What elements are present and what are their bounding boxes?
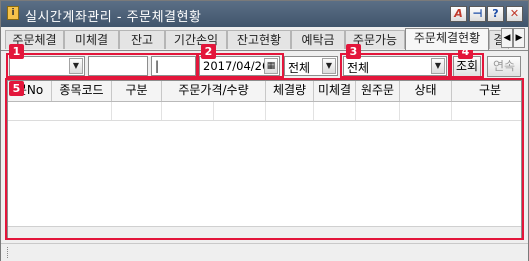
- tab-strip: 주문체결 미체결 잔고 기간손익 잔고현황 예탁금 주문가능 주문체결현황 결 …: [1, 28, 528, 50]
- tab-deposit[interactable]: 예탁금: [291, 30, 345, 49]
- tab-balance-status[interactable]: 잔고현황: [227, 30, 291, 49]
- title-bar[interactable]: i 실시간계좌관리 - 주문체결현황 A ⊣ ? ✕: [1, 1, 528, 27]
- chevron-down-icon[interactable]: ▼: [322, 58, 336, 74]
- tab-period-pnl[interactable]: 기간손익: [165, 30, 227, 49]
- tab-unfilled[interactable]: 미체결: [64, 30, 119, 49]
- tab-divider: [1, 50, 528, 51]
- annotation-badge-1: 1: [9, 44, 24, 59]
- annotation-badge-3: 3: [346, 44, 361, 59]
- close-button[interactable]: ✕: [506, 6, 523, 22]
- tab-balance[interactable]: 잔고: [119, 30, 165, 49]
- annotation-badge-2: 2: [201, 44, 216, 59]
- status-bar: [1, 243, 528, 261]
- annotation-box-5: [5, 78, 524, 240]
- next-button[interactable]: 연속: [487, 56, 521, 77]
- annotation-badge-5: 5: [9, 81, 24, 96]
- help-button[interactable]: ?: [487, 6, 504, 22]
- annotation-box-1: [6, 53, 198, 78]
- pin-button[interactable]: ⊣: [469, 6, 486, 22]
- filter-combo-1[interactable]: 전체 ▼: [284, 56, 338, 76]
- tab-scroll-left-icon[interactable]: ◀: [501, 28, 513, 48]
- main-window: i 실시간계좌관리 - 주문체결현황 A ⊣ ? ✕ 주문체결 미체결 잔고 기…: [0, 0, 529, 261]
- tab-scroll-right-icon[interactable]: ▶: [513, 28, 525, 48]
- font-button[interactable]: A: [450, 6, 467, 22]
- window-title: 실시간계좌관리 - 주문체결현황: [25, 10, 202, 25]
- app-icon: i: [7, 6, 19, 20]
- grip-icon[interactable]: [7, 247, 11, 258]
- tab-order-fill-status[interactable]: 주문체결현황: [405, 28, 489, 50]
- filter-combo-1-value: 전체: [288, 61, 311, 75]
